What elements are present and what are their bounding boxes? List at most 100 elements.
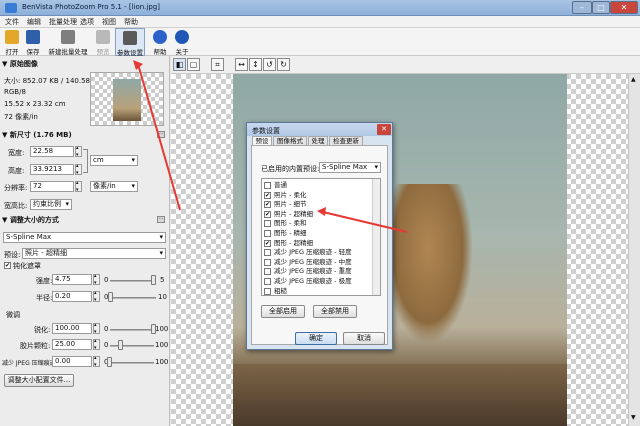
height-input[interactable]: 33.9213 xyxy=(30,164,74,175)
save-button[interactable]: 保存 xyxy=(23,28,43,56)
sharpness-input[interactable]: 100.00 xyxy=(52,323,92,334)
preset-checkbox[interactable] xyxy=(264,249,271,257)
original-image-header[interactable]: ▼ 原始图像 xyxy=(2,59,38,69)
resize-profile-button[interactable]: 调整大小配置文件... xyxy=(4,374,74,387)
preset-select[interactable]: 照片 - 超精细 xyxy=(22,248,166,259)
strength-input[interactable]: 4.75 xyxy=(52,274,92,285)
menu-options[interactable]: 选项 xyxy=(80,17,94,27)
settings-button[interactable]: 参数设置 xyxy=(115,28,145,57)
batch-stack-icon xyxy=(61,30,75,44)
new-size-menu-button[interactable]: ··· xyxy=(157,131,165,138)
jpeg-thumb[interactable] xyxy=(107,357,112,367)
preset-checkbox[interactable] xyxy=(264,268,271,276)
preset-checkbox[interactable] xyxy=(264,258,271,266)
film-grain-input[interactable]: 25.00 xyxy=(52,339,92,350)
preset-list-item[interactable]: 粗糙 xyxy=(264,287,372,296)
preset-checkbox[interactable] xyxy=(264,278,271,285)
preset-checkbox[interactable]: ✔ xyxy=(264,239,271,247)
disable-all-button[interactable]: 全部禁用 xyxy=(313,305,357,318)
strength-thumb[interactable] xyxy=(150,275,156,285)
radius-input[interactable]: 0.20 xyxy=(52,291,92,302)
cancel-button[interactable]: 取消 xyxy=(343,332,385,345)
minimize-icon[interactable]: – xyxy=(572,1,592,14)
resize-method-menu-button[interactable]: ··· xyxy=(157,216,165,223)
menu-edit[interactable]: 编辑 xyxy=(27,17,41,27)
preview-button[interactable]: 预览 xyxy=(92,28,114,56)
enable-all-button[interactable]: 全部启用 xyxy=(261,305,305,318)
close-icon[interactable]: ✕ xyxy=(610,1,638,14)
strength-spinner[interactable] xyxy=(93,273,100,286)
preset-list-item[interactable]: 减少 JPEG 压缩痕迹 - 轻度 xyxy=(264,248,372,257)
menu-file[interactable]: 文件 xyxy=(5,17,19,27)
aspect-select[interactable]: 约束比例 xyxy=(30,199,72,210)
preset-checkbox[interactable]: ✔ xyxy=(264,191,271,199)
vertical-scrollbar[interactable]: ▲ ▼ xyxy=(628,74,640,426)
flip-vertical-icon[interactable]: ↕ xyxy=(249,58,262,71)
preset-checkbox[interactable]: ✔ xyxy=(264,201,271,209)
new-batch-button[interactable]: 新建批量处理 xyxy=(46,28,90,56)
preset-list-item[interactable]: 普通 xyxy=(264,181,372,190)
open-button[interactable]: 打开 xyxy=(2,28,22,56)
strength-min: 0 xyxy=(104,276,109,284)
unit-select[interactable]: cm xyxy=(90,155,138,166)
film-grain-slider[interactable] xyxy=(110,345,154,347)
preset-list-item[interactable]: ✔ 图形 - 超精细 xyxy=(264,239,372,248)
radius-slider[interactable] xyxy=(110,297,156,299)
sharpen-checkbox[interactable]: ✔ xyxy=(4,262,11,269)
scroll-down-icon[interactable]: ▼ xyxy=(631,414,638,422)
help-button[interactable]: 帮助 xyxy=(150,28,170,56)
jpeg-slider[interactable] xyxy=(110,362,154,364)
crop-icon[interactable]: ⌗ xyxy=(211,58,224,71)
jpeg-input[interactable]: 0.00 xyxy=(52,356,92,367)
strength-slider[interactable] xyxy=(110,280,156,282)
preset-checkbox[interactable] xyxy=(264,220,271,228)
preset-checkbox[interactable] xyxy=(264,287,271,295)
jpeg-spinner[interactable] xyxy=(93,355,100,368)
resolution-spinner[interactable] xyxy=(75,180,82,193)
flip-horizontal-icon[interactable]: ↔ xyxy=(235,58,248,71)
dialog-title-bar[interactable]: 参数设置 ✕ xyxy=(247,123,392,136)
about-button[interactable]: 关于 xyxy=(172,28,192,56)
preset-list-scrollbar[interactable] xyxy=(372,179,380,295)
preset-list-item[interactable]: 图形 - 柔和 xyxy=(264,219,372,228)
aspect-label: 宽高比: xyxy=(4,202,28,210)
height-spinner[interactable] xyxy=(75,163,82,176)
split-view-icon[interactable]: ◧ xyxy=(173,58,186,71)
radius-spinner[interactable] xyxy=(93,290,100,303)
menu-batch[interactable]: 批量处理 xyxy=(49,17,77,27)
rotate-left-icon[interactable]: ↺ xyxy=(263,58,276,71)
ok-button[interactable]: 确定 xyxy=(295,332,337,345)
sharpness-spinner[interactable] xyxy=(93,322,100,335)
resize-method-header[interactable]: ▼ 调整大小的方式 xyxy=(2,215,59,225)
film-grain-spinner[interactable] xyxy=(93,338,100,351)
dialog-close-icon[interactable]: ✕ xyxy=(377,124,391,135)
new-size-header[interactable]: ▼ 新尺寸 (1.76 MB) xyxy=(2,130,72,140)
menu-view[interactable]: 视图 xyxy=(102,17,116,27)
preset-list-item[interactable]: ✔ 照片 - 柔化 xyxy=(264,191,372,200)
width-spinner[interactable] xyxy=(75,145,82,158)
maximize-icon[interactable]: □ xyxy=(592,1,610,14)
width-input[interactable]: 22.58 xyxy=(30,146,74,157)
preset-checkbox[interactable] xyxy=(264,230,271,237)
preset-list-item[interactable]: 减少 JPEG 压缩痕迹 - 中度 xyxy=(264,258,372,267)
scroll-up-icon[interactable]: ▲ xyxy=(631,76,638,84)
menu-help[interactable]: 帮助 xyxy=(124,17,138,27)
preset-list-item[interactable]: 减少 JPEG 压缩痕迹 - 极度 xyxy=(264,277,372,286)
film-grain-thumb[interactable] xyxy=(118,340,123,350)
preset-list-item[interactable]: ✔ 照片 - 超精细 xyxy=(264,210,372,219)
preset-list-item[interactable]: ✔ 照片 - 细节 xyxy=(264,200,372,209)
preset-list-item[interactable]: 减少 JPEG 压缩痕迹 - 重度 xyxy=(264,267,372,276)
preset-checkbox[interactable] xyxy=(264,182,271,189)
rotate-right-icon[interactable]: ↻ xyxy=(277,58,290,71)
single-view-icon[interactable]: ▢ xyxy=(187,58,200,71)
fine-tune-label: 微调 xyxy=(6,311,20,319)
preset-checkbox[interactable]: ✔ xyxy=(264,210,271,218)
method-select[interactable]: S-Spline Max xyxy=(3,232,166,243)
preset-list-item[interactable]: 图形 - 精细 xyxy=(264,229,372,238)
dialog-preset-select[interactable]: S-Spline Max xyxy=(319,162,381,173)
resolution-input[interactable]: 72 xyxy=(30,181,74,192)
sharpness-slider[interactable] xyxy=(110,329,154,331)
resolution-unit-select[interactable]: 像素/in xyxy=(90,181,138,192)
radius-thumb[interactable] xyxy=(107,292,113,302)
thumbnail-preview[interactable] xyxy=(90,72,164,126)
